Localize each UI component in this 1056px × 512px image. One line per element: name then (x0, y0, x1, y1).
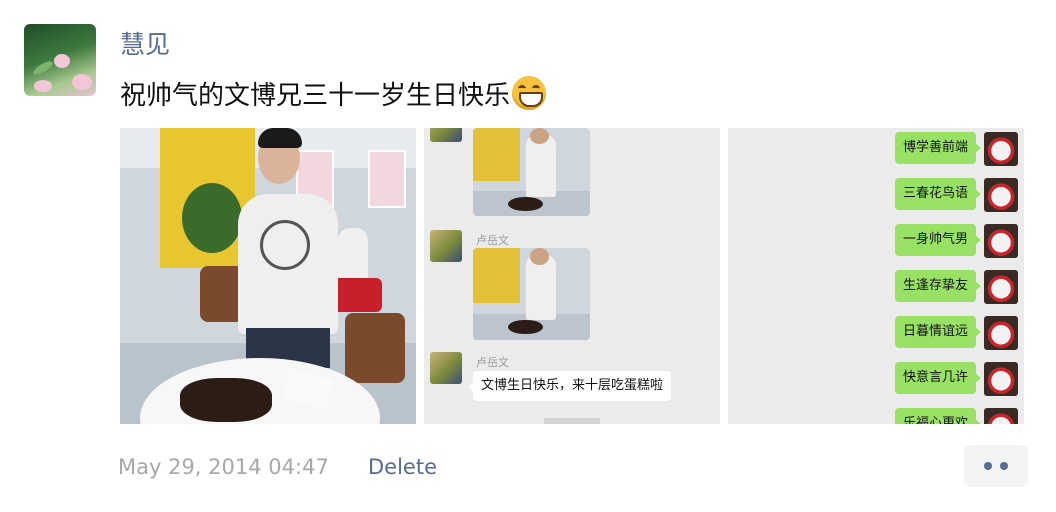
chat-avatar (430, 352, 462, 384)
chat-avatar (984, 316, 1018, 350)
post-timestamp: May 29, 2014 04:47 (118, 455, 329, 479)
poem-line-bubble: 博学善前端 (894, 132, 982, 164)
chat-avatar (430, 128, 462, 142)
avatar-flower (34, 80, 52, 92)
more-dot (1000, 462, 1008, 470)
author-avatar[interactable] (24, 24, 96, 96)
avatar-flower (72, 74, 92, 90)
poem-line-bubble: 一身帅气男 (894, 224, 982, 256)
poem-line-bubble: 日暮情谊远 (894, 316, 982, 348)
poem-line-bubble: 快意言几许 (894, 362, 982, 394)
poem-line-bubble: 乐福心更欢 (894, 408, 982, 424)
grinning-face-emoji-icon (512, 76, 547, 110)
chat-photo (473, 248, 590, 340)
chat-avatar (984, 178, 1018, 212)
poem-line-bubble: 三春花鸟语 (894, 178, 982, 210)
chat-avatar (984, 362, 1018, 396)
chat-avatar (984, 408, 1018, 424)
avatar-flower (54, 54, 70, 68)
chat-message-bubble: 文博生日快乐，来十层吃蛋糕啦 (467, 371, 672, 401)
chat-avatar (430, 230, 462, 262)
chat-sender-name: 卢岳文 (476, 234, 509, 247)
avatar-leaf (31, 59, 55, 77)
author-name[interactable]: 慧见 (120, 28, 170, 62)
post-image-chat-screenshot[interactable]: 卢岳文 卢岳文 文博生日快乐，来十层吃蛋糕啦 (424, 128, 720, 424)
more-dot (984, 462, 992, 470)
poem-line-bubble: 生逢存挚友 (894, 270, 982, 302)
chat-sender-name: 卢岳文 (476, 356, 509, 369)
chat-timestamp-bar (544, 418, 600, 424)
post-text: 祝帅气的文博兄三十一岁生日快乐 (120, 76, 547, 114)
chat-avatar (984, 132, 1018, 166)
chat-avatar (984, 224, 1018, 258)
post-image-poem-chat[interactable]: 博学善前端 三春花鸟语 一身帅气男 生逢存挚友 日暮情谊远 快意言几许 乐福心更… (728, 128, 1024, 424)
chat-avatar (984, 270, 1018, 304)
more-dots-icon[interactable] (964, 445, 1028, 487)
delete-link[interactable]: Delete (368, 452, 437, 482)
post-text-content: 祝帅气的文博兄三十一岁生日快乐 (120, 81, 511, 111)
chat-photo (473, 128, 590, 216)
post-image-office-photo[interactable] (120, 128, 416, 424)
